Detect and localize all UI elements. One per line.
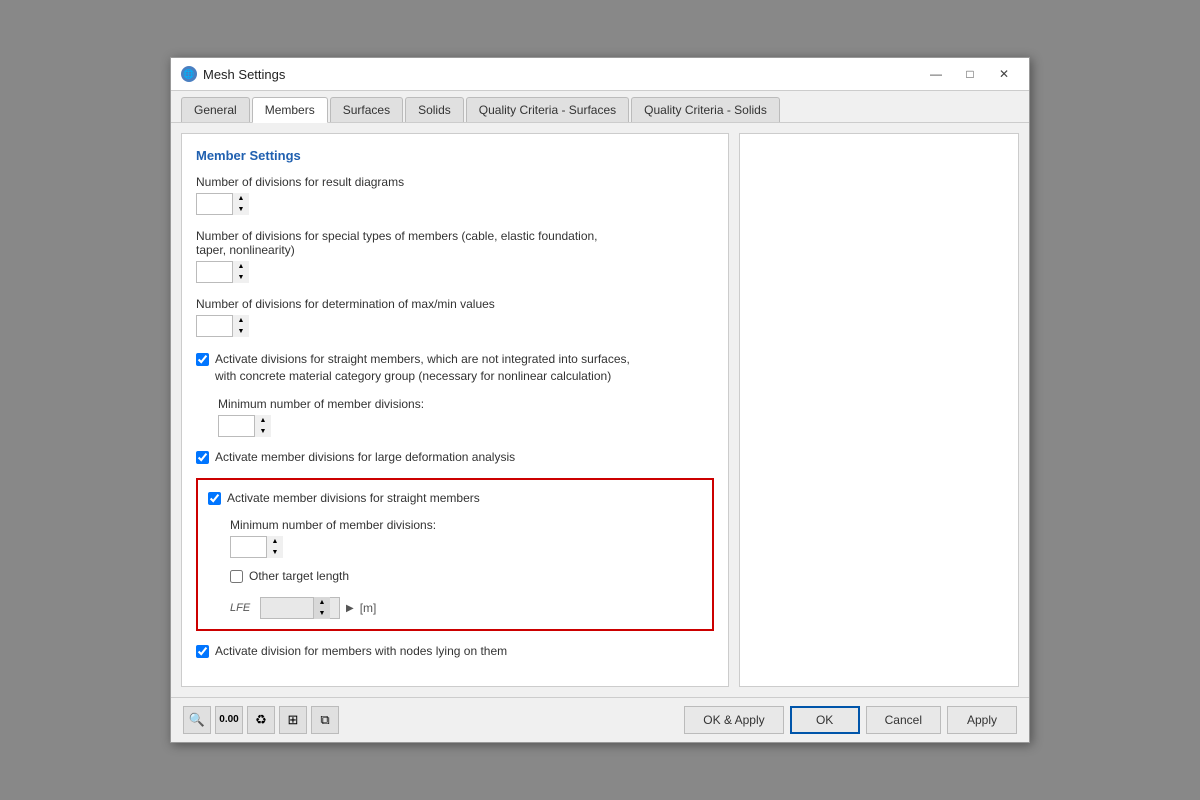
lfe-spinbox-btns: ▲ ▼	[313, 597, 330, 619]
copy-footer-button[interactable]: ⧉	[311, 706, 339, 734]
lfe-input[interactable]: 0.500	[261, 601, 313, 615]
other-target-row: Other target length	[230, 568, 702, 585]
main-panel: Member Settings Number of divisions for …	[181, 133, 729, 687]
min-divisions-down[interactable]: ▼	[267, 547, 283, 558]
result-diagrams-spinbox[interactable]: 10 ▲ ▼	[196, 193, 248, 215]
lfe-row: LFE 0.500 ▲ ▼ ▶ [m]	[230, 597, 702, 619]
min-member-up[interactable]: ▲	[255, 415, 271, 426]
table-footer-button[interactable]: 0.00	[215, 706, 243, 734]
special-types-spinbox[interactable]: 10 ▲ ▼	[196, 261, 248, 283]
recycle-icon: ♻	[255, 712, 267, 728]
maxmin-input[interactable]: 10	[197, 319, 232, 333]
tab-bar: General Members Surfaces Solids Quality …	[171, 91, 1029, 123]
min-member-spinbox-btns: ▲ ▼	[254, 415, 271, 437]
lfe-down[interactable]: ▼	[314, 608, 330, 619]
maxmin-down[interactable]: ▼	[233, 326, 249, 337]
activate-straight-members-label: Activate member divisions for straight m…	[227, 490, 480, 507]
title-controls: — □ ✕	[921, 64, 1019, 84]
close-button[interactable]: ✕	[989, 64, 1019, 84]
footer-buttons: OK & Apply OK Cancel Apply	[684, 706, 1017, 734]
tab-general[interactable]: General	[181, 97, 250, 122]
highlighted-box: Activate member divisions for straight m…	[196, 478, 714, 632]
title-bar: 🌐 Mesh Settings — □ ✕	[171, 58, 1029, 91]
min-member-down[interactable]: ▼	[255, 426, 271, 437]
min-divisions-spinbox-btns: ▲ ▼	[266, 536, 283, 558]
app-icon: 🌐	[181, 66, 197, 82]
activate-large-deform-row: Activate member divisions for large defo…	[196, 449, 714, 466]
special-types-up[interactable]: ▲	[233, 261, 249, 272]
mesh-settings-window: 🌐 Mesh Settings — □ ✕ General Members Su…	[170, 57, 1030, 743]
min-member-spinbox[interactable]: 10 ▲ ▼	[218, 415, 270, 437]
other-target-checkbox[interactable]	[230, 570, 243, 583]
lfe-label: LFE	[230, 602, 254, 614]
activate-straight-members-row: Activate member divisions for straight m…	[208, 490, 702, 507]
maxmin-label: Number of divisions for determination of…	[196, 297, 714, 311]
activate-straight-members-checkbox[interactable]	[208, 492, 221, 505]
lfe-up[interactable]: ▲	[314, 597, 330, 608]
activate-straight-label: Activate divisions for straight members,…	[215, 351, 630, 385]
result-diagrams-down[interactable]: ▼	[233, 204, 249, 215]
lfe-unit: [m]	[360, 601, 377, 615]
tab-members[interactable]: Members	[252, 97, 328, 123]
activate-large-deform-checkbox[interactable]	[196, 451, 209, 464]
special-types-label: Number of divisions for special types of…	[196, 229, 714, 257]
min-member-label: Minimum number of member divisions:	[218, 397, 714, 411]
footer-toolbar: 🔍 0.00 ♻ ⊞ ⧉ OK & Apply OK Cancel Apply	[171, 697, 1029, 742]
ok-apply-button[interactable]: OK & Apply	[684, 706, 783, 734]
grid-icon: ⊞	[288, 712, 299, 728]
lfe-spinbox[interactable]: 0.500 ▲ ▼	[260, 597, 340, 619]
footer-icons: 🔍 0.00 ♻ ⊞ ⧉	[183, 706, 339, 734]
special-types-group: Number of divisions for special types of…	[196, 229, 714, 283]
special-types-input[interactable]: 10	[197, 265, 232, 279]
tab-quality-criteria-solids[interactable]: Quality Criteria - Solids	[631, 97, 780, 122]
content-area: Member Settings Number of divisions for …	[171, 123, 1029, 697]
straight-members-indent: Minimum number of member divisions: 8 ▲ …	[230, 518, 702, 619]
section-title: Member Settings	[196, 148, 714, 163]
special-types-down[interactable]: ▼	[233, 272, 249, 283]
min-divisions-spinbox[interactable]: 8 ▲ ▼	[230, 536, 282, 558]
result-diagrams-spinbox-btns: ▲ ▼	[232, 193, 249, 215]
maximize-button[interactable]: □	[955, 64, 985, 84]
result-diagrams-label: Number of divisions for result diagrams	[196, 175, 714, 189]
table-icon: 0.00	[219, 714, 238, 725]
activate-nodes-row: Activate division for members with nodes…	[196, 643, 714, 660]
activate-straight-row: Activate divisions for straight members,…	[196, 351, 714, 385]
tab-quality-criteria-surfaces[interactable]: Quality Criteria - Surfaces	[466, 97, 629, 122]
activate-straight-checkbox[interactable]	[196, 353, 209, 366]
result-diagrams-input[interactable]: 10	[197, 197, 232, 211]
maxmin-up[interactable]: ▲	[233, 315, 249, 326]
ok-button[interactable]: OK	[790, 706, 860, 734]
activate-nodes-checkbox[interactable]	[196, 645, 209, 658]
min-divisions-label: Minimum number of member divisions:	[230, 518, 702, 532]
activate-large-deform-label: Activate member divisions for large defo…	[215, 449, 515, 466]
special-types-spinbox-btns: ▲ ▼	[232, 261, 249, 283]
side-panel	[739, 133, 1019, 687]
min-divisions-input[interactable]: 8	[231, 540, 266, 554]
min-divisions-up[interactable]: ▲	[267, 536, 283, 547]
minimize-button[interactable]: —	[921, 64, 951, 84]
min-member-input[interactable]: 10	[219, 419, 254, 433]
tab-surfaces[interactable]: Surfaces	[330, 97, 403, 122]
activate-straight-indent: Minimum number of member divisions: 10 ▲…	[218, 397, 714, 437]
activate-nodes-label: Activate division for members with nodes…	[215, 643, 507, 660]
other-target-label: Other target length	[249, 568, 349, 585]
copy-icon: ⧉	[320, 712, 329, 728]
result-diagrams-up[interactable]: ▲	[233, 193, 249, 204]
apply-button[interactable]: Apply	[947, 706, 1017, 734]
maxmin-group: Number of divisions for determination of…	[196, 297, 714, 337]
tab-solids[interactable]: Solids	[405, 97, 464, 122]
arrow-right-icon: ▶	[346, 603, 354, 614]
cancel-button[interactable]: Cancel	[866, 706, 941, 734]
maxmin-spinbox-btns: ▲ ▼	[232, 315, 249, 337]
recycle-footer-button[interactable]: ♻	[247, 706, 275, 734]
title-bar-left: 🌐 Mesh Settings	[181, 66, 285, 82]
window-title: Mesh Settings	[203, 67, 285, 82]
result-diagrams-group: Number of divisions for result diagrams …	[196, 175, 714, 215]
search-icon: 🔍	[189, 712, 205, 728]
grid-footer-button[interactable]: ⊞	[279, 706, 307, 734]
search-footer-button[interactable]: 🔍	[183, 706, 211, 734]
maxmin-spinbox[interactable]: 10 ▲ ▼	[196, 315, 248, 337]
